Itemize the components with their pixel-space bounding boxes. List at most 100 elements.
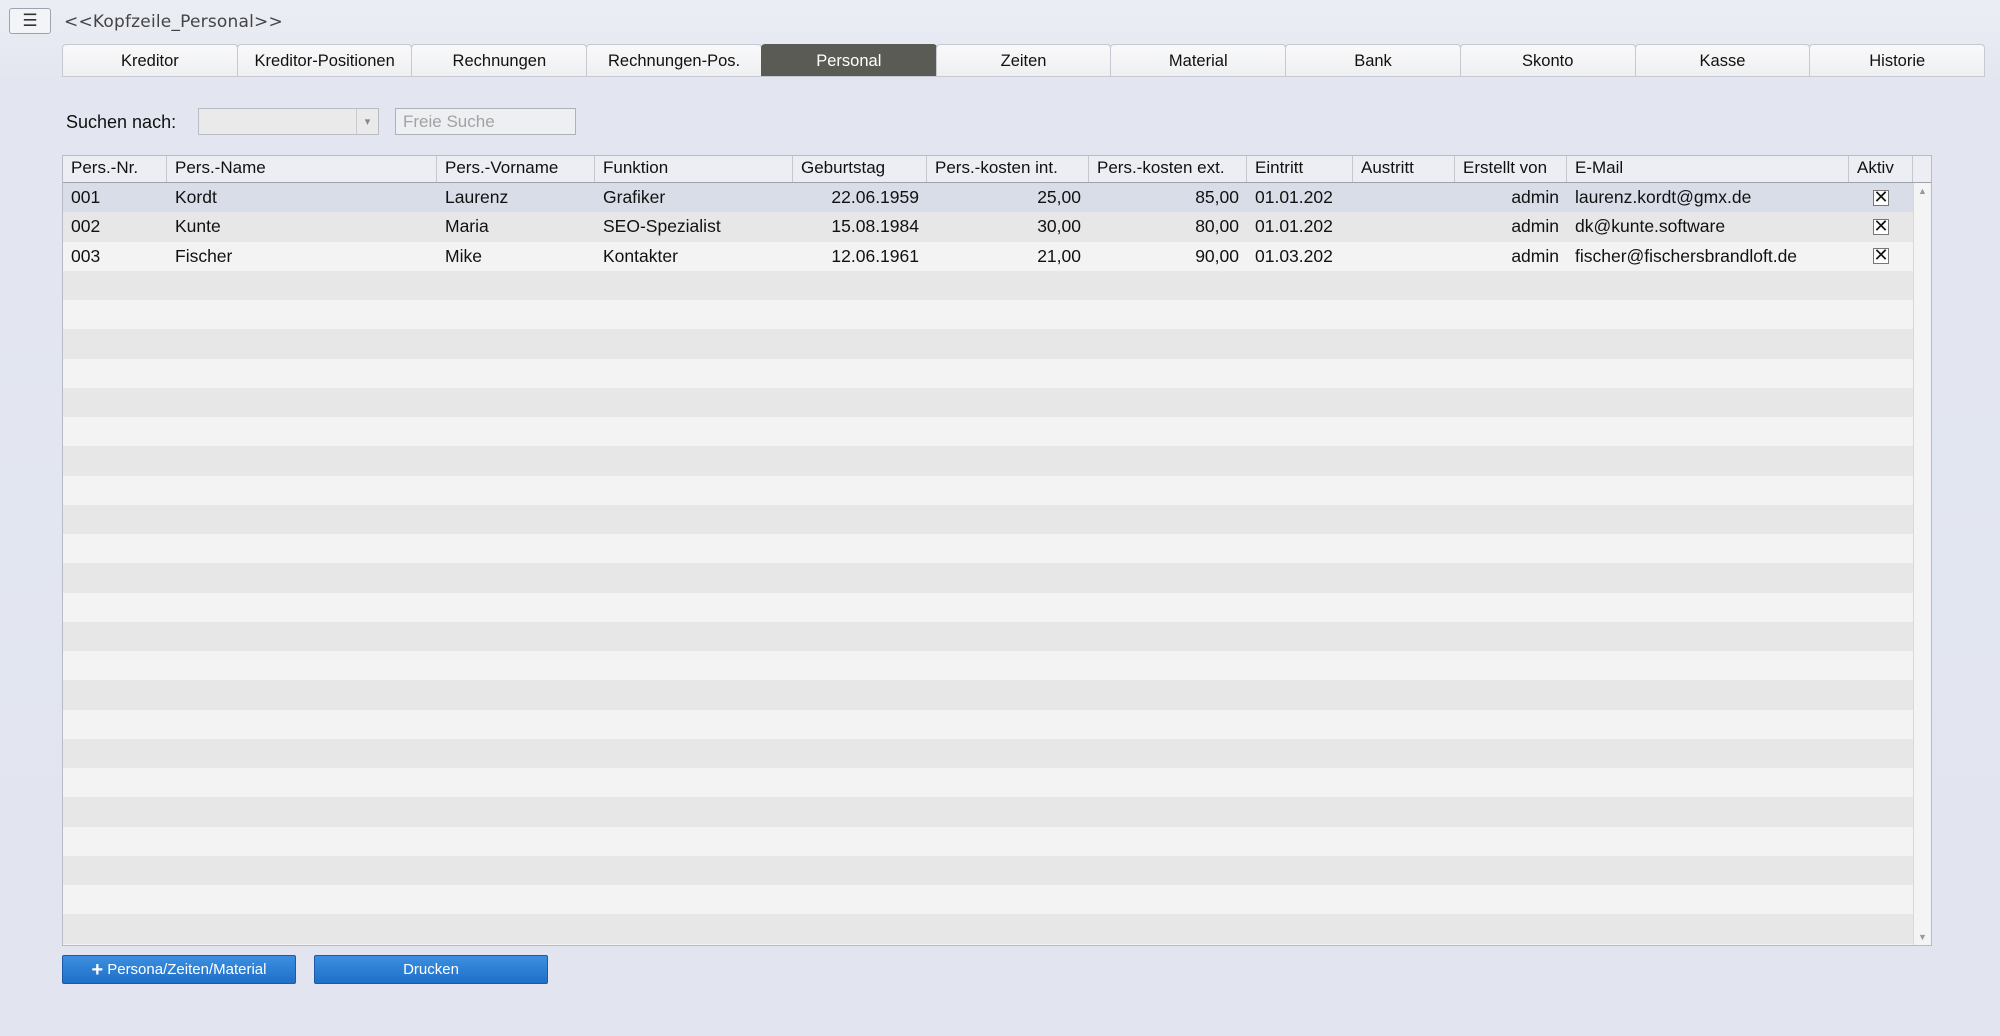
cell-kosten-int: 21,00: [1037, 245, 1081, 266]
scroll-up-icon[interactable]: ▲: [1914, 183, 1931, 199]
cell-pers-vorname: Maria: [445, 216, 489, 237]
cell-kosten-ext: 85,00: [1195, 187, 1239, 208]
column-header-erstellt-von[interactable]: Erstellt von: [1455, 156, 1567, 182]
column-header-pers-vorname[interactable]: Pers.-Vorname: [437, 156, 595, 182]
column-header-kosten-ext[interactable]: Pers.-kosten ext.: [1089, 156, 1247, 182]
tab-rechnungen-pos[interactable]: Rechnungen-Pos.: [586, 44, 762, 77]
active-checkbox[interactable]: ✕: [1873, 218, 1889, 235]
empty-row[interactable]: [63, 446, 1913, 476]
tab-material[interactable]: Material: [1110, 44, 1287, 77]
cell-aktiv: ✕: [1849, 248, 1913, 265]
plus-icon: +: [91, 958, 104, 981]
cell-funktion: SEO-Spezialist: [603, 216, 721, 237]
column-header-kosten-int[interactable]: Pers.-kosten int.: [927, 156, 1089, 182]
cell-erstellt-von: admin: [1511, 216, 1559, 237]
empty-row[interactable]: [63, 358, 1913, 388]
tab-zeiten[interactable]: Zeiten: [935, 44, 1112, 77]
empty-row[interactable]: [63, 768, 1913, 798]
tab-skonto[interactable]: Skonto: [1459, 44, 1636, 77]
column-header-email[interactable]: E-Mail: [1567, 156, 1849, 182]
cell-aktiv: ✕: [1849, 218, 1913, 235]
print-button[interactable]: Drucken: [314, 955, 548, 984]
empty-row[interactable]: [63, 475, 1913, 505]
tab-bank[interactable]: Bank: [1285, 44, 1461, 77]
empty-row[interactable]: [63, 826, 1913, 856]
empty-row[interactable]: [63, 329, 1913, 359]
empty-row[interactable]: [63, 270, 1913, 300]
column-header-pers-nr[interactable]: Pers.-Nr.: [63, 156, 167, 182]
cell-kosten-ext: 90,00: [1195, 245, 1239, 266]
empty-row[interactable]: [63, 855, 1913, 885]
cell-pers-name: Kunte: [175, 216, 221, 237]
column-header-eintritt[interactable]: Eintritt: [1247, 156, 1353, 182]
personnel-table: Pers.-Nr. Pers.-Name Pers.-Vorname Funktion…: [62, 155, 1932, 946]
cell-aktiv: ✕: [1849, 189, 1913, 206]
tab-kreditor[interactable]: Kreditor: [62, 44, 238, 77]
empty-row[interactable]: [63, 738, 1913, 768]
search-label: Suchen nach:: [66, 112, 177, 132]
cell-email: laurenz.kordt@gmx.de: [1575, 187, 1752, 208]
empty-row[interactable]: [63, 709, 1913, 739]
empty-row[interactable]: [63, 417, 1913, 447]
table-row[interactable]: 001 Kordt Laurenz Grafiker 22.06.1959 25,00 85…: [63, 183, 1913, 213]
tab-bar: Kreditor Kreditor-Positionen Rechnungen Rec…: [62, 44, 1986, 77]
empty-row[interactable]: [63, 885, 1913, 915]
column-header-pers-name[interactable]: Pers.-Name: [167, 156, 437, 182]
cell-eintritt: 01.01.202: [1255, 216, 1333, 237]
tab-rechnungen[interactable]: Rechnungen: [411, 44, 588, 77]
cell-pers-name: Kordt: [175, 187, 217, 208]
cell-kosten-int: 25,00: [1037, 187, 1081, 208]
column-header-austritt[interactable]: Austritt: [1353, 156, 1455, 182]
column-header-aktiv[interactable]: Aktiv: [1849, 156, 1913, 182]
menu-button[interactable]: ☰: [9, 8, 51, 34]
tab-divider: [62, 76, 1984, 77]
cell-pers-nr: 002: [71, 216, 101, 237]
cell-pers-vorname: Mike: [445, 245, 482, 266]
search-input[interactable]: [395, 108, 576, 135]
empty-row[interactable]: [63, 300, 1913, 330]
scroll-down-icon[interactable]: ▼: [1914, 929, 1931, 945]
table-row[interactable]: 003 Fischer Mike Kontakter 12.06.1961 21,00 90…: [63, 241, 1913, 271]
add-persona-button[interactable]: + Persona/Zeiten/Material: [62, 955, 296, 984]
column-header-geburtstag[interactable]: Geburtstag: [793, 156, 927, 182]
table-row[interactable]: 002 Kunte Maria SEO-Spezialist 15.08.1984 30,…: [63, 212, 1913, 242]
active-checkbox[interactable]: ✕: [1873, 248, 1889, 265]
empty-row[interactable]: [63, 797, 1913, 827]
column-header-funktion[interactable]: Funktion: [595, 156, 793, 182]
cell-email: dk@kunte.software: [1575, 216, 1726, 237]
cell-pers-nr: 003: [71, 245, 101, 266]
chevron-down-icon: ▾: [356, 109, 378, 134]
cell-pers-vorname: Laurenz: [445, 187, 509, 208]
empty-row[interactable]: [63, 563, 1913, 593]
cell-geburtstag: 22.06.1959: [831, 187, 919, 208]
table-header: Pers.-Nr. Pers.-Name Pers.-Vorname Funktion…: [63, 156, 1931, 183]
empty-row[interactable]: [63, 534, 1913, 564]
empty-row[interactable]: [63, 651, 1913, 681]
tab-personal[interactable]: Personal: [760, 44, 937, 77]
tab-historie[interactable]: Historie: [1809, 44, 1986, 77]
empty-row[interactable]: [63, 592, 1913, 622]
vertical-scrollbar[interactable]: ▲ ▼: [1913, 183, 1931, 945]
table-body: 001 Kordt Laurenz Grafiker 22.06.1959 25,00 85…: [63, 183, 1913, 944]
cell-erstellt-von: admin: [1511, 245, 1559, 266]
cell-geburtstag: 15.08.1984: [831, 216, 919, 237]
tab-kasse[interactable]: Kasse: [1634, 44, 1811, 77]
empty-row[interactable]: [63, 680, 1913, 710]
cell-eintritt: 01.03.202: [1255, 245, 1333, 266]
cell-geburtstag: 12.06.1961: [831, 245, 919, 266]
add-button-label: Persona/Zeiten/Material: [107, 961, 267, 978]
empty-row[interactable]: [63, 621, 1913, 651]
cell-erstellt-von: admin: [1511, 187, 1559, 208]
empty-row[interactable]: [63, 914, 1913, 944]
empty-row[interactable]: [63, 387, 1913, 417]
empty-row[interactable]: [63, 504, 1913, 534]
search-field-select[interactable]: ▾: [198, 108, 379, 135]
cell-funktion: Kontakter: [603, 245, 678, 266]
cell-kosten-int: 30,00: [1037, 216, 1081, 237]
tab-kreditor-positionen[interactable]: Kreditor-Positionen: [236, 44, 413, 77]
list-icon: ☰: [22, 10, 38, 31]
cell-email: fischer@fischersbrandloft.de: [1575, 245, 1798, 266]
active-checkbox[interactable]: ✕: [1873, 189, 1889, 206]
cell-pers-nr: 001: [71, 187, 101, 208]
cell-funktion: Grafiker: [603, 187, 666, 208]
